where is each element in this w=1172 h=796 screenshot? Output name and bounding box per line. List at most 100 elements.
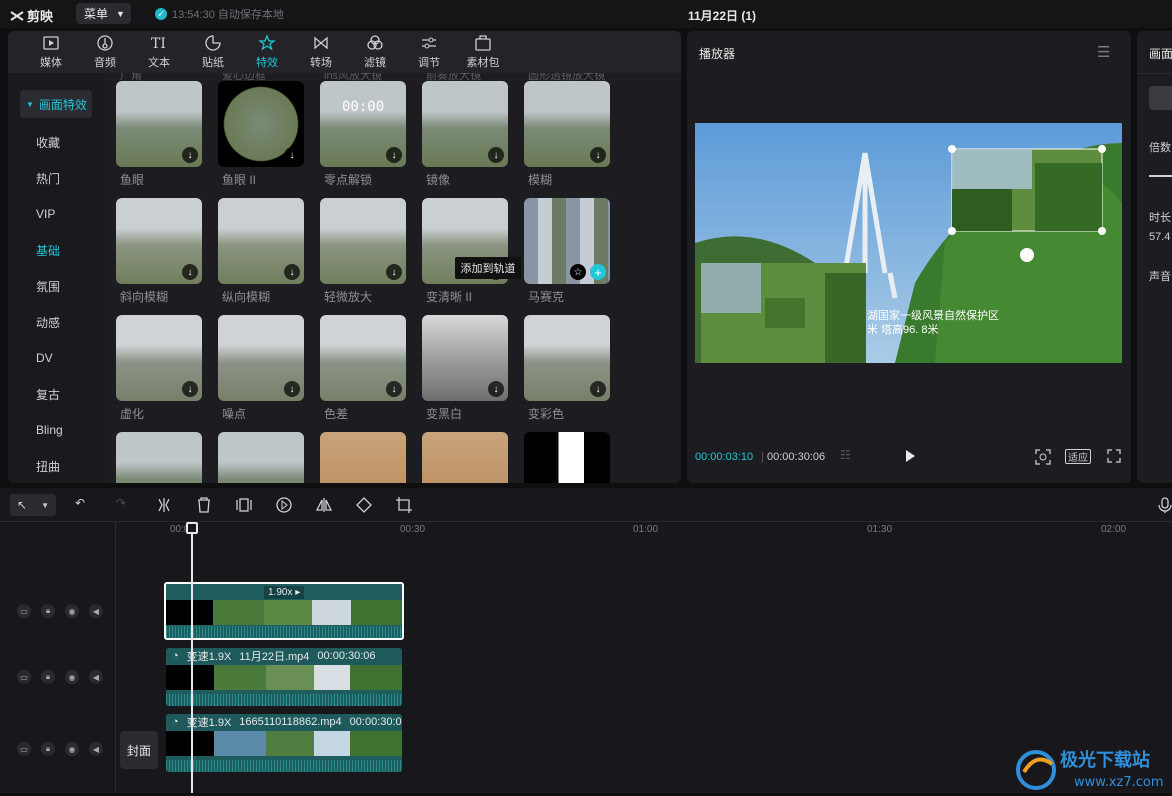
download-icon[interactable]: ↓ [284,381,300,397]
effect-thumbnail-partial[interactable] [116,432,202,483]
sidebar-item-basic[interactable]: 基础 [20,236,92,264]
video-preview[interactable]: 湖国家一级风景自然保护区 米 塔高96. 8米 [695,123,1122,363]
add-to-track-icon[interactable]: + [590,264,606,280]
playhead[interactable] [191,522,193,793]
sidebar-item-atmosphere[interactable]: 氛围 [20,272,92,300]
screenshot-icon[interactable] [1035,449,1051,465]
video-clip-1[interactable]: ◔ 变速1.9X 11月22日.mp4 00:00:30:06 [166,648,402,706]
tab-effects[interactable]: 特效 [240,31,294,73]
tab-adjust[interactable]: 调节 [402,31,456,73]
delete-icon[interactable] [195,496,213,514]
video-track-icon[interactable]: ▭ [17,604,31,618]
sidebar-item-distort[interactable]: 扭曲 [20,452,92,480]
tab-sticker[interactable]: 贴纸 [186,31,240,73]
effect-thumbnail-partial[interactable] [524,432,610,483]
effect-thumbnail[interactable]: ↓ [218,198,304,284]
effect-thumbnail[interactable]: ↓ [320,315,406,401]
sidebar-item-favorites[interactable]: 收藏 [20,128,92,156]
download-icon[interactable]: ↓ [182,381,198,397]
sidebar-item-retro[interactable]: 复古 [20,380,92,408]
download-icon[interactable]: ↓ [488,147,504,163]
volume-icon[interactable]: ◀ [89,742,103,756]
select-tool-button[interactable]: ↖ ▼ [10,494,56,516]
effect-thumbnail[interactable]: ↓ [320,198,406,284]
tick-label: 01:30 [867,524,893,535]
download-icon[interactable]: ↓ [590,147,606,163]
download-icon[interactable]: ↓ [284,264,300,280]
effect-thumbnail[interactable]: ↓ [218,315,304,401]
cover-button[interactable]: 封面 [120,731,158,769]
volume-icon[interactable]: ◀ [89,604,103,618]
fullscreen-icon[interactable] [1107,449,1121,463]
download-icon[interactable]: ↓ [386,264,402,280]
effect-thumbnail[interactable]: ↓ [422,81,508,167]
eye-icon[interactable]: ◉ [65,742,79,756]
sidebar-item-dynamic[interactable]: 动感 [20,308,92,336]
undo-icon[interactable]: ↶ [75,496,93,514]
rotate-icon[interactable] [355,496,373,514]
download-icon[interactable]: ↓ [284,147,300,163]
effect-thumbnail[interactable]: ↓ [422,315,508,401]
tab-audio[interactable]: 音频 [78,31,132,73]
effect-clip-main[interactable]: 1.90x ▸ [164,582,404,640]
sidebar-header-screen-effects[interactable]: ▼ 画面特效 [20,90,92,118]
fit-ratio-button[interactable]: 适应 [1065,449,1091,464]
lock-icon[interactable]: 🔒︎ [41,742,55,756]
speed-slider[interactable] [1149,175,1172,177]
volume-icon[interactable]: ◀ [89,670,103,684]
effect-thumbnail-partial[interactable] [218,432,304,483]
crop-icon[interactable] [395,496,413,514]
sidebar-item-dv[interactable]: DV [20,344,92,372]
split-icon[interactable] [155,496,173,514]
download-icon[interactable]: ↓ [182,147,198,163]
sidebar-item-hot[interactable]: 热门 [20,164,92,192]
effect-thumbnail[interactable]: ↓ 00:00 [320,81,406,167]
mirror-icon[interactable] [315,496,333,514]
effect-thumbnail[interactable]: ↓ [524,81,610,167]
video-track-icon[interactable]: ▭ [17,742,31,756]
tab-package[interactable]: 素材包 [456,31,510,73]
eye-icon[interactable]: ◉ [65,604,79,618]
tab-filter[interactable]: 滤镜 [348,31,402,73]
effect-thumbnail[interactable]: ↓ [218,81,304,167]
redo-icon[interactable]: ↷ [116,496,134,514]
time-ruler[interactable]: 00:00 00:30 01:00 01:30 02:00 [116,522,1172,542]
menu-button[interactable]: 菜单 ▼ [76,3,131,24]
playhead-handle[interactable] [186,522,198,534]
tab-transition[interactable]: 转场 [294,31,348,73]
effect-thumbnail[interactable]: ☆ + [524,198,610,284]
effect-thumbnail-partial[interactable] [320,432,406,483]
tick-label: 02:00 [1101,524,1127,535]
eye-icon[interactable]: ◉ [65,670,79,684]
lock-icon[interactable]: 🔒︎ [41,604,55,618]
microphone-icon[interactable] [1156,496,1172,514]
play-icon[interactable] [903,449,917,463]
effect-thumbnail-partial[interactable] [422,432,508,483]
effect-thumbnail[interactable]: ↓ [116,198,202,284]
effect-thumbnail[interactable]: ↓ [116,81,202,167]
lock-icon[interactable]: 🔒︎ [41,670,55,684]
download-icon[interactable]: ↓ [182,264,198,280]
hamburger-menu-icon[interactable]: ☰ [1097,43,1110,61]
video-clip-2[interactable]: ◔ 变速1.9X 1665110118862.mp4 00:00:30:0 [166,714,402,772]
freeze-frame-icon[interactable] [235,496,253,514]
effect-thumbnail[interactable]: ↓ [116,315,202,401]
grid-toggle-icon[interactable]: ☷ [840,448,860,464]
tab-media[interactable]: 媒体 [24,31,78,73]
star-favorite-icon[interactable]: ☆ [570,264,586,280]
effect-thumbnail[interactable]: ↓ [524,315,610,401]
download-icon[interactable]: ↓ [386,147,402,163]
reverse-icon[interactable] [275,496,293,514]
download-icon[interactable]: ↓ [488,381,504,397]
sidebar-item-bling[interactable]: Bling [20,416,92,444]
sound-label: 声音 [1149,271,1171,283]
download-icon[interactable]: ↓ [590,381,606,397]
sidebar-item-vip[interactable]: VIP [20,200,92,228]
download-icon[interactable]: ↓ [386,381,402,397]
tab-text[interactable]: TI 文本 [132,31,186,73]
filter-icon [367,35,383,50]
video-track-icon[interactable]: ▭ [17,670,31,684]
speed-icon: ◔ [172,716,179,728]
speed-mode-tab[interactable] [1149,86,1172,110]
effect-name-label: 零点解锁 [324,173,373,187]
